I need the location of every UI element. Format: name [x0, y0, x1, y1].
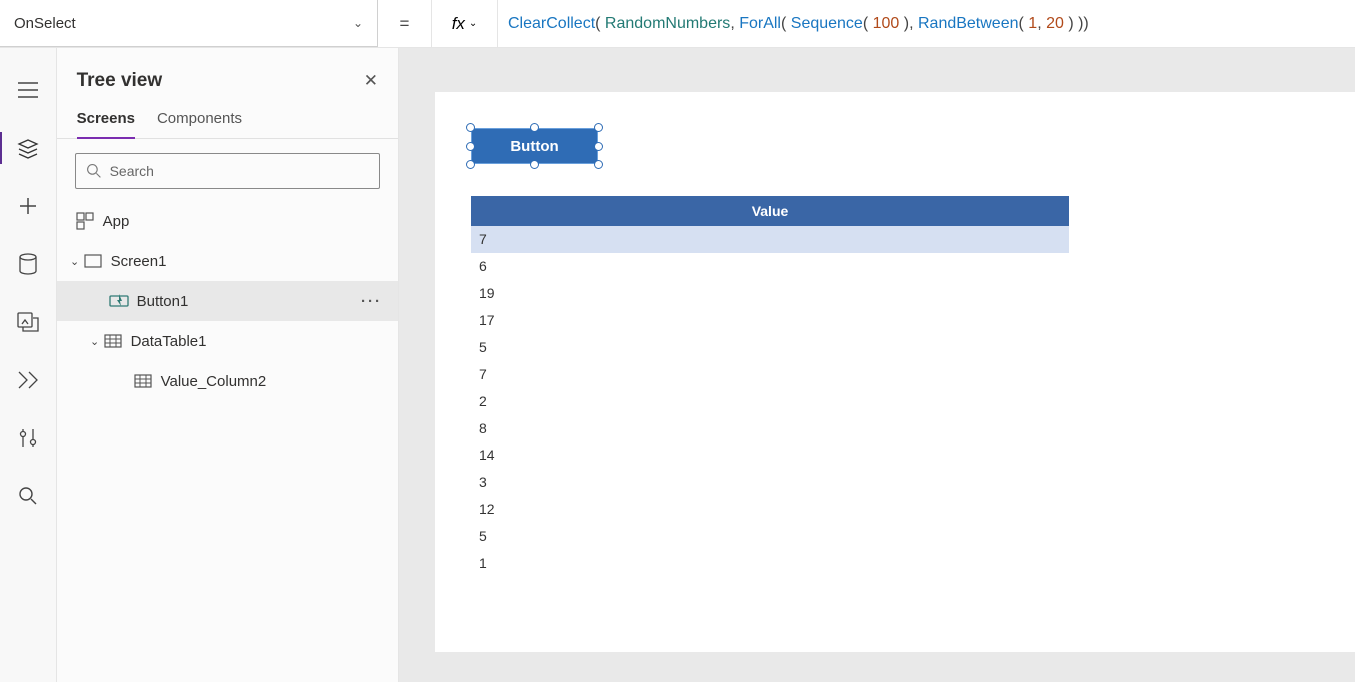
formula-token: 1	[1028, 15, 1037, 33]
tree-item-label: App	[103, 213, 130, 230]
datatable-icon	[103, 331, 123, 351]
table-row[interactable]: 2	[471, 388, 1069, 415]
formula-token: )	[899, 15, 909, 33]
formula-input[interactable]: ClearCollect( RandomNumbers, ForAll( Seq…	[498, 0, 1355, 47]
tree-item-screen1[interactable]: ⌄ Screen1	[57, 241, 398, 281]
table-row[interactable]: 5	[471, 523, 1069, 550]
formula-token: RandomNumbers	[605, 15, 730, 33]
chevron-down-icon[interactable]: ⌄	[67, 255, 83, 268]
power-automate-icon[interactable]	[16, 368, 40, 392]
equals-label: =	[378, 0, 432, 47]
tree-item-label: DataTable1	[131, 333, 207, 350]
fx-label: fx	[452, 14, 465, 34]
tree-view-tabs: Screens Components	[57, 104, 398, 139]
hamburger-icon[interactable]	[16, 78, 40, 102]
property-dropdown[interactable]: OnSelect ⌄	[0, 0, 378, 47]
left-rail	[0, 48, 57, 682]
formula-token: ,	[730, 15, 739, 33]
table-row[interactable]: 3	[471, 469, 1069, 496]
tree-view-header: Tree view ✕	[57, 48, 398, 104]
table-row[interactable]: 7	[471, 361, 1069, 388]
chevron-down-icon: ⌄	[469, 18, 477, 29]
tree-view-title: Tree view	[77, 70, 163, 92]
app-icon	[75, 211, 95, 231]
button-icon	[109, 291, 129, 311]
table-row[interactable]: 5	[471, 334, 1069, 361]
table-row[interactable]: 14	[471, 442, 1069, 469]
tree-view-panel: Tree view ✕ Screens Components Search Ap…	[57, 48, 399, 682]
datatable-header[interactable]: Value	[471, 196, 1069, 226]
more-icon[interactable]: ···	[361, 293, 382, 310]
table-row[interactable]: 7	[471, 226, 1069, 253]
chevron-down-icon[interactable]: ⌄	[87, 335, 103, 348]
formula-token: RandBetween	[918, 15, 1019, 33]
formula-token: ForAll	[739, 15, 781, 33]
table-row[interactable]: 19	[471, 280, 1069, 307]
tree-item-label: Screen1	[111, 253, 167, 270]
tree-item-label: Value_Column2	[161, 373, 267, 390]
formula-token: (	[595, 15, 605, 33]
tree-item-datatable1[interactable]: ⌄ DataTable1	[57, 321, 398, 361]
table-row[interactable]: 1	[471, 550, 1069, 577]
formula-bar-row: OnSelect ⌄ = fx ⌄ ClearCollect( RandomNu…	[0, 0, 1355, 48]
tree-list: App ⌄ Screen1 Button1 ··· ⌄	[57, 201, 398, 682]
canvas-screen[interactable]: Button Value 7 6 19 17 5 7 2 8	[435, 92, 1355, 652]
search-icon	[86, 163, 102, 179]
formula-token: 20	[1046, 15, 1064, 33]
table-row[interactable]: 6	[471, 253, 1069, 280]
formula-token: Sequence	[791, 15, 863, 33]
column-icon	[133, 371, 153, 391]
settings-icon[interactable]	[16, 426, 40, 450]
formula-token: ) ))	[1064, 15, 1089, 33]
media-icon[interactable]	[16, 310, 40, 334]
canvas-area: Button Value 7 6 19 17 5 7 2 8	[399, 48, 1355, 682]
fx-dropdown[interactable]: fx ⌄	[432, 0, 498, 47]
insert-icon[interactable]	[16, 194, 40, 218]
screen-icon	[83, 251, 103, 271]
search-wrap: Search	[57, 139, 398, 201]
main-layout: Tree view ✕ Screens Components Search Ap…	[0, 48, 1355, 682]
formula-token: ,	[1037, 15, 1046, 33]
tree-item-valuecolumn2[interactable]: Value_Column2	[57, 361, 398, 401]
formula-token: (	[863, 15, 873, 33]
data-icon[interactable]	[16, 252, 40, 276]
tree-view-icon[interactable]	[16, 136, 40, 160]
tab-components[interactable]: Components	[157, 104, 242, 138]
formula-token: 100	[873, 15, 900, 33]
search-input[interactable]: Search	[75, 153, 380, 189]
tree-item-button1[interactable]: Button1 ···	[57, 281, 398, 321]
formula-token: (	[1019, 15, 1029, 33]
formula-token: (	[781, 15, 791, 33]
canvas-datatable1[interactable]: Value 7 6 19 17 5 7 2 8 14 3 12 5 1	[471, 196, 1069, 577]
chevron-down-icon: ⌄	[353, 16, 363, 30]
close-icon[interactable]: ✕	[364, 71, 378, 91]
formula-token: ,	[909, 15, 918, 33]
table-row[interactable]: 17	[471, 307, 1069, 334]
property-dropdown-value: OnSelect	[14, 15, 76, 32]
tab-screens[interactable]: Screens	[77, 104, 135, 139]
table-row[interactable]: 12	[471, 496, 1069, 523]
tree-item-label: Button1	[137, 293, 189, 310]
search-icon[interactable]	[16, 484, 40, 508]
search-placeholder: Search	[110, 163, 154, 179]
formula-token: ClearCollect	[508, 15, 595, 33]
canvas-button1[interactable]: Button	[471, 128, 598, 164]
tree-item-app[interactable]: App	[57, 201, 398, 241]
table-row[interactable]: 8	[471, 415, 1069, 442]
